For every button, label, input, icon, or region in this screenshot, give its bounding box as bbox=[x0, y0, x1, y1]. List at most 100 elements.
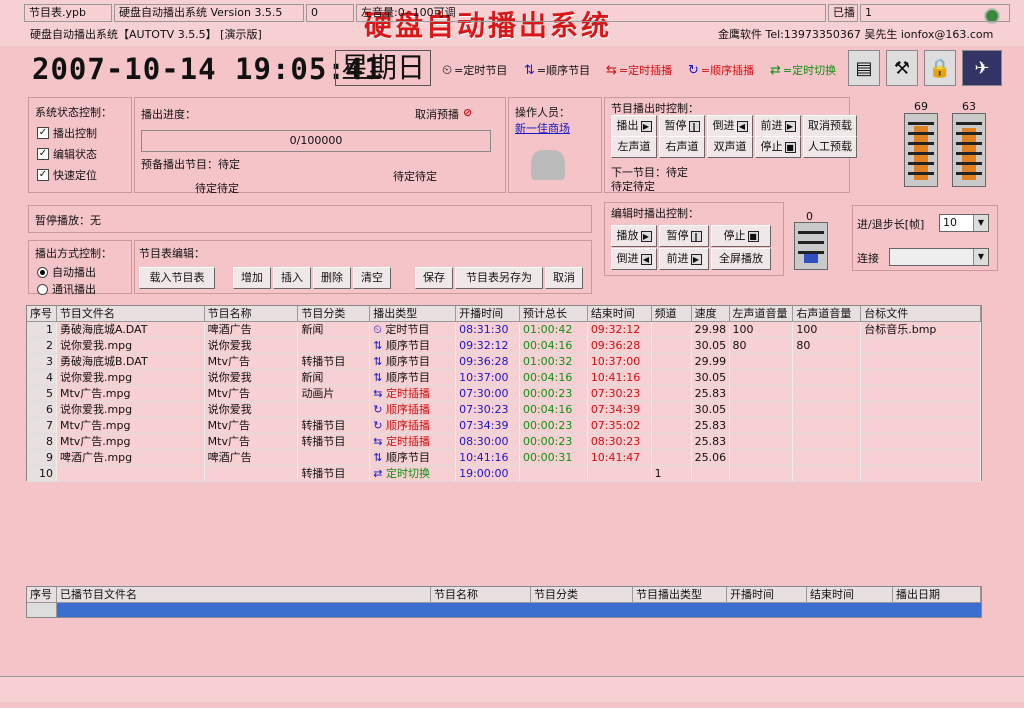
manual-preload-button[interactable]: 人工预载 bbox=[803, 136, 857, 158]
col-header[interactable]: 已播节目文件名 bbox=[57, 587, 431, 602]
col-header[interactable]: 节目名称 bbox=[431, 587, 531, 602]
col-header[interactable]: 开播时间 bbox=[727, 587, 807, 602]
edit-rewind-button[interactable]: 倒进 ◀ bbox=[611, 248, 657, 270]
edit-volume-gauge[interactable] bbox=[794, 222, 828, 270]
forward-button[interactable]: 前进 ▶ bbox=[755, 115, 801, 137]
col-header[interactable]: 节目分类 bbox=[531, 587, 633, 602]
step-select[interactable]: 10 ▼ bbox=[939, 214, 989, 232]
operator-name[interactable]: 新一佳商场 bbox=[515, 120, 601, 136]
table-row[interactable]: 10 转播节目 ⇄ 定时切换 19:00:00 1 bbox=[27, 466, 981, 482]
connect-select[interactable]: ▼ bbox=[889, 248, 989, 266]
cancel-button[interactable]: 取消 bbox=[545, 267, 583, 289]
played-table: 序号 已播节目文件名 节目名称 节目分类 节目播出类型 开播时间 结束时间 播出日期 bbox=[26, 586, 982, 618]
checkbox-quick-locate[interactable]: ✓ 快速定位 bbox=[37, 167, 131, 183]
sequence-icon: ⇅ bbox=[373, 371, 386, 384]
col-header[interactable]: 速度 bbox=[692, 306, 730, 321]
load-schedule-button[interactable]: 载入节目表 bbox=[139, 267, 215, 289]
left-volume-gauge[interactable] bbox=[904, 113, 938, 187]
table-cell bbox=[652, 338, 692, 353]
col-header[interactable]: 开播时间 bbox=[456, 306, 520, 321]
col-header[interactable]: 序号 bbox=[27, 587, 57, 602]
edit-stop-button[interactable]: 停止 ■ bbox=[711, 225, 771, 247]
table-cell: 29.99 bbox=[692, 354, 730, 369]
checkbox-play-control[interactable]: ✓ 播出控制 bbox=[37, 125, 131, 141]
status-count: 0 bbox=[306, 4, 354, 22]
fullscreen-button[interactable]: 全屏播放 bbox=[711, 248, 771, 270]
table-cell: 07:34:39 bbox=[456, 418, 520, 433]
schedule-table-header: 序号 节目文件名 节目名称 节目分类 播出类型 开播时间 预计总长 结束时间 频道 速度 左声道音量… bbox=[27, 306, 982, 322]
col-header[interactable]: 频道 bbox=[652, 306, 692, 321]
add-button[interactable]: 增加 bbox=[233, 267, 271, 289]
table-row[interactable]: 1 勇破海底城A.DAT 啤酒广告 新闻 ⏲ 定时节目 08:31:30 01:00:42 0… bbox=[27, 322, 981, 338]
col-header[interactable]: 序号 bbox=[27, 306, 57, 321]
col-header[interactable]: 预计总长 bbox=[520, 306, 588, 321]
table-cell: 29.98 bbox=[692, 322, 730, 337]
play-out-button[interactable]: 播出 ▶ bbox=[611, 115, 657, 137]
table-row[interactable]: 6 说你爱我.mpg 说你爱我 ↻ 顺序插播 07:30:23 00:04:16 07:34… bbox=[27, 402, 981, 418]
edit-play-button[interactable]: 播放 ▶ bbox=[611, 225, 657, 247]
col-header[interactable]: 节目文件名 bbox=[57, 306, 205, 321]
table-row[interactable]: 3 勇破海底城B.DAT Mtv广告 转播节目 ⇅ 顺序节目 09:36:28 01:00:… bbox=[27, 354, 981, 370]
save-button[interactable]: 保存 bbox=[415, 267, 453, 289]
table-row[interactable]: 8 Mtv广告.mpg Mtv广告 转播节目 ⇆ 定时插播 08:30:00 00:00:2… bbox=[27, 434, 981, 450]
delete-button[interactable]: 删除 bbox=[313, 267, 351, 289]
prep-program-label: 预备播出节目：待定 bbox=[141, 158, 240, 171]
clear-button[interactable]: 清空 bbox=[353, 267, 391, 289]
pause-button[interactable]: 暂停 ‖ bbox=[659, 115, 705, 137]
table-row[interactable]: 5 Mtv广告.mpg Mtv广告 动画片 ⇆ 定时插播 07:30:00 00:00:23… bbox=[27, 386, 981, 402]
col-header[interactable]: 结束时间 bbox=[588, 306, 652, 321]
col-header[interactable]: 播出类型 bbox=[370, 306, 457, 321]
table-row[interactable]: 9 啤酒广告.mpg 啤酒广告 ⇅ 顺序节目 10:41:16 00:00:31 10:41… bbox=[27, 450, 981, 466]
radio-comm-play[interactable]: 通讯播出 bbox=[37, 281, 131, 297]
checkbox-edit-status[interactable]: ✓ 编辑状态 bbox=[37, 146, 131, 162]
insert-button[interactable]: 插入 bbox=[273, 267, 311, 289]
played-row[interactable] bbox=[27, 603, 981, 617]
table-cell: 2 bbox=[27, 338, 57, 353]
col-header[interactable]: 节目播出类型 bbox=[633, 587, 727, 602]
table-cell: 6 bbox=[27, 402, 57, 417]
col-header[interactable]: 右声道音量 bbox=[793, 306, 862, 321]
dual-channel-button[interactable]: 双声道 bbox=[707, 136, 753, 158]
table-row[interactable]: 4 说你爱我.mpg 说你爱我 新闻 ⇅ 顺序节目 10:37:00 00:04:16 10:… bbox=[27, 370, 981, 386]
operator-title: 操作人员： bbox=[515, 106, 570, 119]
edit-pause-button[interactable]: 暂停 ‖ bbox=[659, 225, 709, 247]
col-header[interactable]: 节目分类 bbox=[298, 306, 371, 321]
table-cell: 转播节目 bbox=[298, 418, 371, 433]
col-header[interactable]: 播出日期 bbox=[893, 587, 981, 602]
table-cell: 30.05 bbox=[692, 402, 730, 417]
status-control-panel: 系统状态控制： ✓ 播出控制 ✓ 编辑状态 ✓ 快速定位 bbox=[28, 97, 132, 193]
radio-auto-play[interactable]: 自动播出 bbox=[37, 264, 131, 280]
table-cell bbox=[861, 402, 981, 417]
cancel-preplay-button[interactable]: 取消预播 ⊘ bbox=[415, 106, 472, 122]
col-header[interactable]: 结束时间 bbox=[807, 587, 893, 602]
timed-insert-icon: ⇆ bbox=[606, 62, 617, 78]
timed-insert-icon: ⇆ bbox=[373, 435, 386, 448]
edit-forward-button[interactable]: 前进 ▶ bbox=[659, 248, 709, 270]
save-as-button[interactable]: 节目表另存为 bbox=[455, 267, 543, 289]
right-volume-gauge[interactable] bbox=[952, 113, 986, 187]
table-cell: 新闻 bbox=[298, 322, 371, 337]
stop-button[interactable]: 停止 ■ bbox=[755, 136, 801, 158]
lock-icon[interactable]: 🔒 bbox=[924, 50, 956, 86]
table-cell bbox=[692, 466, 730, 481]
col-header[interactable]: 台标文件 bbox=[861, 306, 982, 321]
table-row[interactable]: 7 Mtv广告.mpg Mtv广告 转播节目 ↻ 顺序插播 07:34:39 00:00:2… bbox=[27, 418, 981, 434]
tools-icon[interactable]: ⚒ bbox=[886, 50, 918, 86]
right-volume-value: 63 bbox=[962, 100, 976, 113]
cancel-preload-button[interactable]: 取消预载 bbox=[803, 115, 857, 137]
table-cell: 09:32:12 bbox=[456, 338, 520, 353]
left-channel-button[interactable]: 左声道 bbox=[611, 136, 657, 158]
col-header[interactable]: 节目名称 bbox=[205, 306, 299, 321]
computer-icon[interactable]: ▤ bbox=[848, 50, 880, 86]
table-cell: 勇破海底城A.DAT bbox=[57, 322, 205, 337]
status-played-value: 1 bbox=[860, 4, 1010, 22]
table-cell bbox=[861, 450, 981, 465]
right-channel-button[interactable]: 右声道 bbox=[659, 136, 705, 158]
logo-icon[interactable]: ✈ bbox=[962, 50, 1002, 86]
cell-type: ⇅ 顺序节目 bbox=[370, 338, 457, 353]
col-header[interactable]: 左声道音量 bbox=[730, 306, 794, 321]
table-cell: 07:30:00 bbox=[456, 386, 520, 401]
rewind-button[interactable]: 倒进 ◀ bbox=[707, 115, 753, 137]
table-row[interactable]: 2 说你爱我.mpg 说你爱我 ⇅ 顺序节目 09:32:12 00:04:16 09:36… bbox=[27, 338, 981, 354]
table-cell: 啤酒广告 bbox=[205, 322, 299, 337]
